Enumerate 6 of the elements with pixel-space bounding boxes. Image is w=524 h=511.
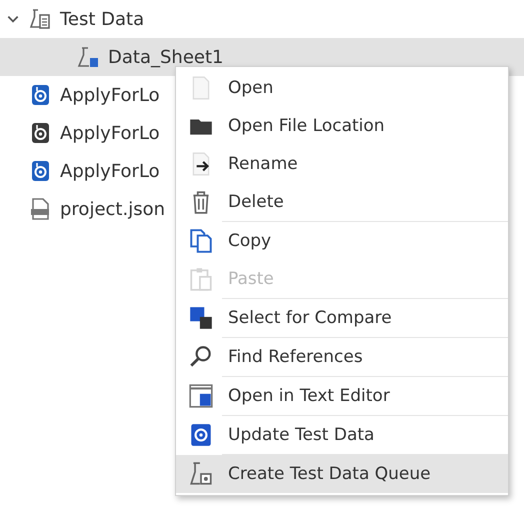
item-label: project.json [60,198,165,220]
item-label: ApplyForLo [60,160,160,182]
item-label: ApplyForLo [60,122,160,144]
item-label: ApplyForLo [60,84,160,106]
item-label: Test Data [60,8,144,30]
item-label: Data_Sheet1 [108,46,224,68]
